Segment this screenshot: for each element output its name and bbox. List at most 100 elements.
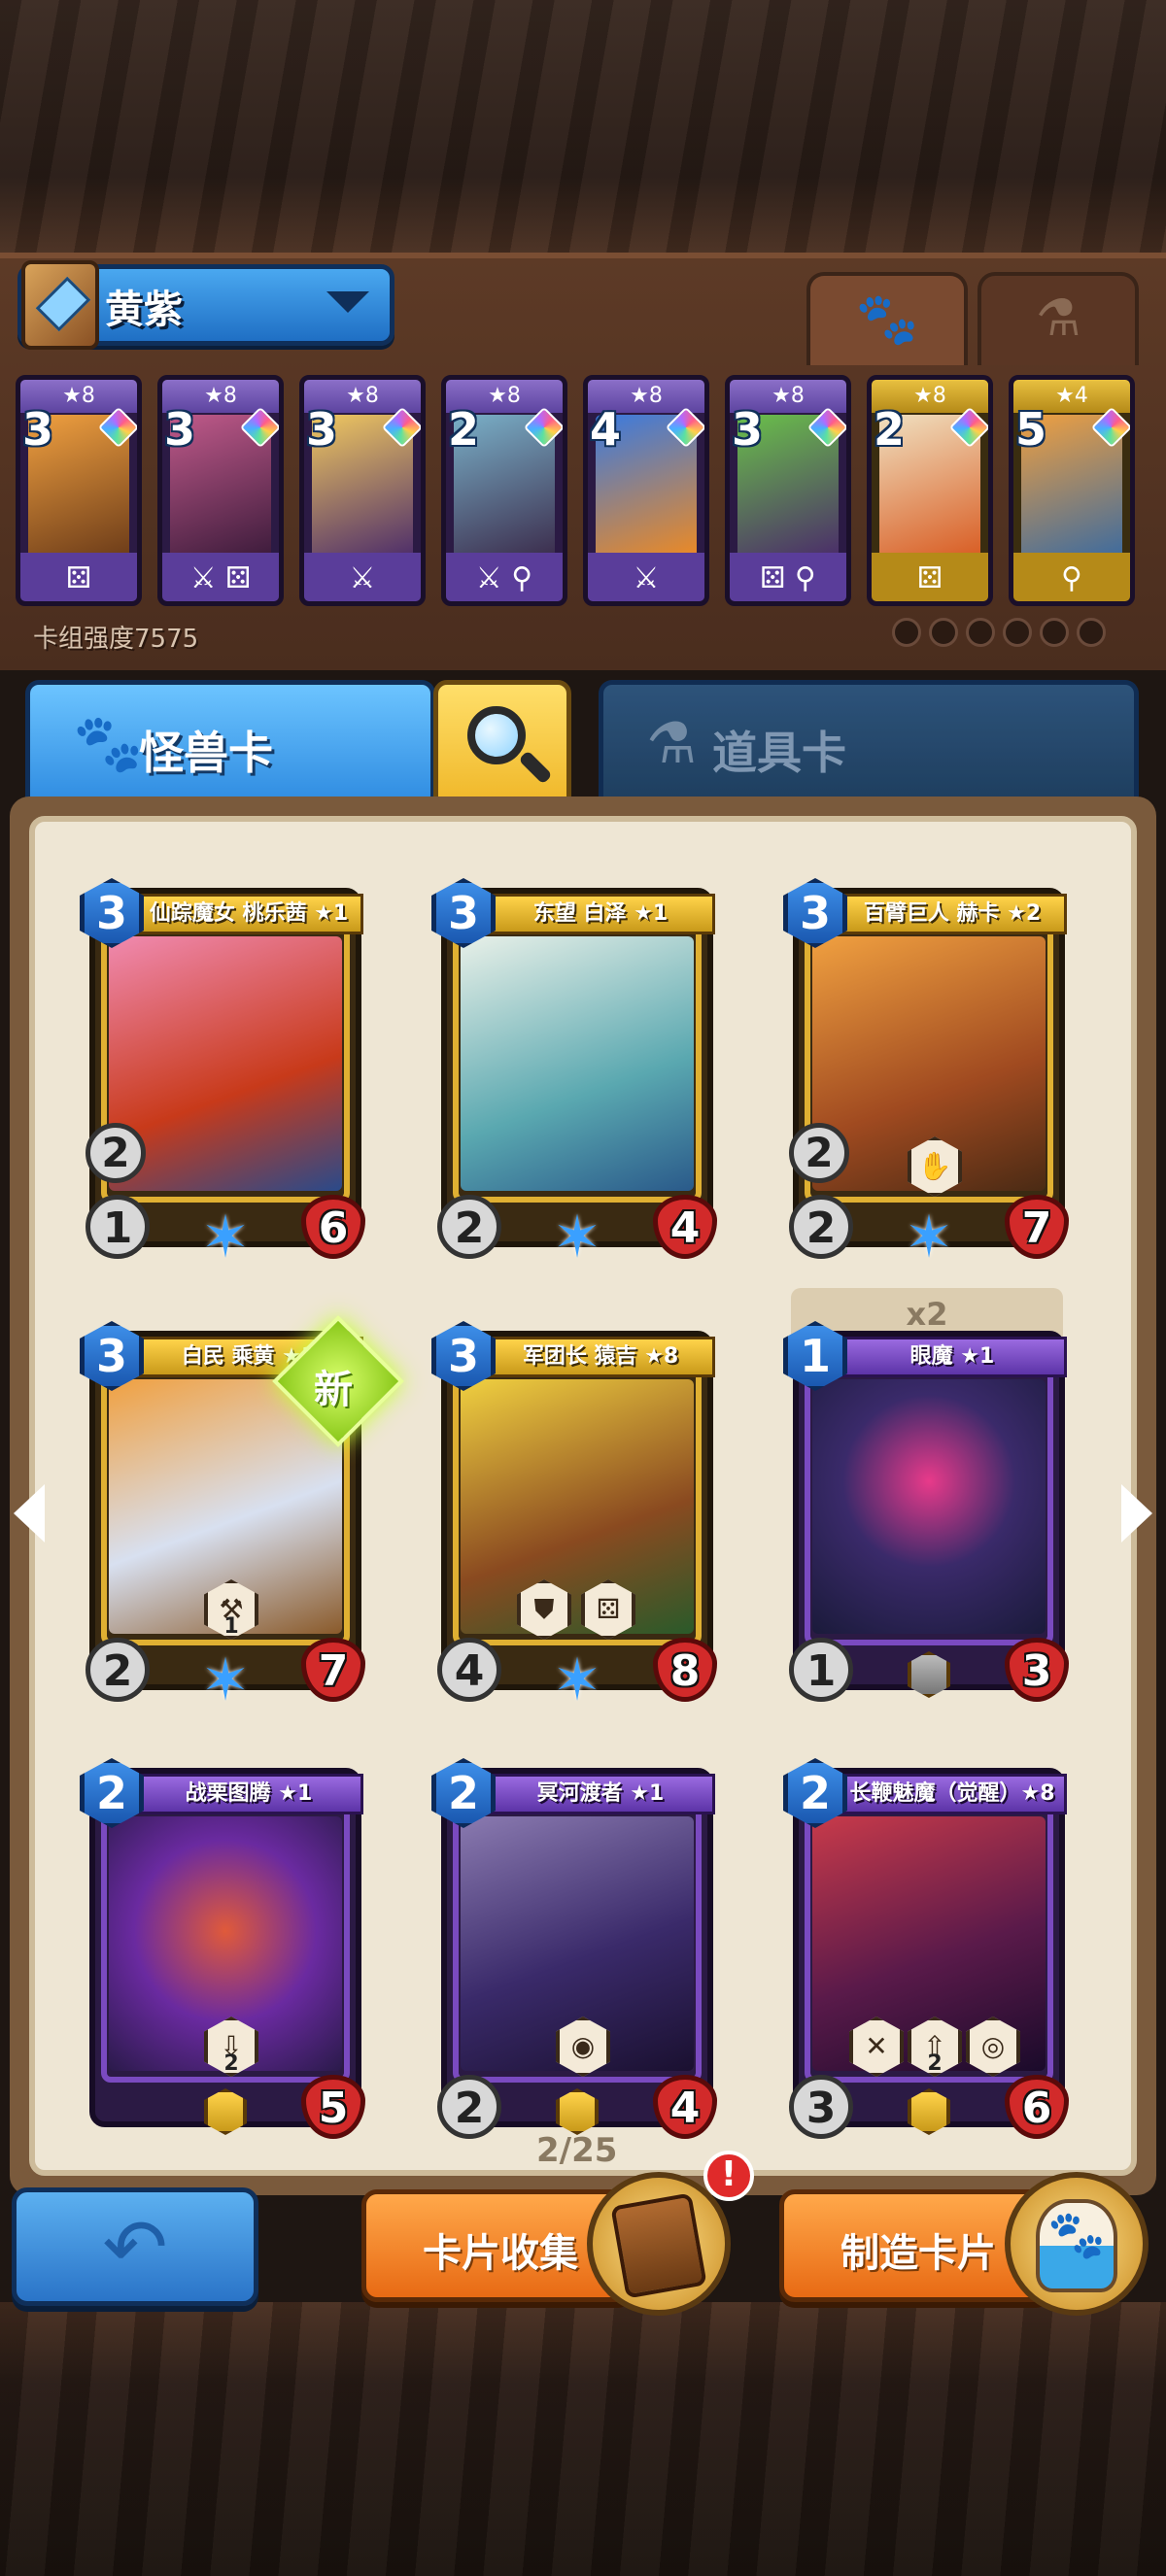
star-icon: ✶ [200,1203,251,1271]
card-name: 百臂巨人 赫卡 ★2 [838,894,1067,934]
claw-icon[interactable] [1003,618,1032,647]
page-prev-arrow[interactable] [14,1484,45,1542]
potion-icon: ⚗ [646,710,697,776]
collection-card[interactable]: 仙踪魔女 桃乐茜 ★1 3 2 1 ✶ 6 [80,878,365,1267]
top-wood-frame [0,0,1166,253]
card-frame [805,1358,1053,1645]
card-book-icon[interactable] [587,2172,731,2316]
tab-item-deck[interactable]: ⚗ [977,272,1139,365]
paw-icon: 🐾 [1047,2208,1106,2262]
card-frame [453,915,702,1203]
circle-icon[interactable] [892,618,921,647]
arrow-icon[interactable] [966,618,995,647]
card-name: 东望 白泽 ★1 [486,894,715,934]
deck-filter-icons [892,618,1145,653]
tab-item-label: 道具卡 [712,727,846,779]
card-attack: 3 [789,2075,853,2139]
card-attack: 2 [789,1195,853,1259]
collection-card[interactable]: 战栗图腾 ★1 2 ⇩ 2 5 [80,1758,365,2139]
card-name: 战栗图腾 ★1 [134,1774,363,1814]
paw-icon: 🐾 [73,710,144,776]
deck-card-cost: 2 [448,403,480,456]
collection-card[interactable]: 眼魔 ★1 1 1 3 [783,1321,1069,1702]
collection-card[interactable]: 长鞭魅魔（觉醒）★8 2 ✕ ⇧ 2 ◎ 3 6 [783,1758,1069,2139]
collection-card[interactable]: 百臂巨人 赫卡 ★2 3 ✋ 2 2 ✶ 7 [783,878,1069,1267]
card-attack: 4 [437,1638,501,1702]
bottom-wood-frame [0,2302,1166,2576]
star-icon: ✶ [904,1203,954,1271]
deck-card[interactable]: ★8 ⚄ 3 [16,375,142,606]
tab-item-cards[interactable]: ⚗ 道具卡 [599,680,1139,806]
fire-icon[interactable] [1077,618,1106,647]
card-armor: 2 [86,1123,146,1183]
card-attack: 2 [437,1195,501,1259]
tab-monster-label: 怪兽卡 [139,727,273,779]
deck-card[interactable]: ★4 ⚲ 5 [1009,375,1135,606]
deck-card-cost: 3 [22,403,54,456]
ability-symbol: ✕ [865,2030,888,2062]
deck-card-row: ★8 ⚄ 3 ★8 ⚔ ⚄ 3 ★8 ⚔ 3 ★8 ⚔ ⚲ 2 ★8 ⚔ 4 ★… [12,375,1154,608]
ability-symbol: ◉ [570,2030,596,2062]
deck-card-tools: ⚄ [916,561,943,595]
deck-card-tools: ⚔ ⚲ [475,561,533,595]
card-armor: 2 [789,1123,849,1183]
card-collection-label: 卡片收集 [423,2231,578,2276]
deck-card-tools: ⚄ [65,561,92,595]
card-attack: 2 [86,1638,150,1702]
shield-icon[interactable] [929,618,958,647]
star-icon: ✶ [552,1203,602,1271]
card-attack: 1 [789,1638,853,1702]
back-arrow-icon: ↶ [102,2202,168,2292]
card-name: 眼魔 ★1 [838,1337,1067,1377]
card-attack: 2 [437,2075,501,2139]
deck-name[interactable]: 黄紫 [105,278,183,334]
back-button[interactable]: ↶ [12,2187,258,2306]
card-name: 长鞭魅魔（觉醒）★8 [838,1774,1067,1814]
card-frame [453,1358,702,1645]
ability-symbol: ◎ [980,2030,1006,2062]
page-next-arrow[interactable] [1121,1484,1152,1542]
star-icon: ✶ [200,1646,251,1714]
deck-card-tools: ⚄ ⚲ [760,561,816,595]
tab-monster-cards[interactable]: 🐾 怪兽卡 [25,680,435,806]
new-badge-label: 新 [314,1367,354,1412]
deck-card-cost: 3 [164,403,196,456]
card-name: 军团长 猿吉 ★8 [486,1337,715,1377]
deck-book-icon [21,260,99,350]
deck-card-cost: 5 [1015,403,1047,456]
card-name: 冥河渡者 ★1 [486,1774,715,1814]
tab-monster-deck[interactable]: 🐾 [806,272,968,365]
page-indicator: 2/25 [536,2131,618,2170]
card-book-icon-inner [610,2192,707,2299]
paw-icon: 🐾 [855,290,919,349]
deck-card[interactable]: ★8 ⚄ ⚲ 3 [725,375,851,606]
deck-card-cost: 3 [732,403,764,456]
craft-card-label: 制造卡片 [840,2231,996,2276]
search-icon [467,706,526,764]
deck-card-tools: ⚔ ⚄ [189,561,252,595]
potion-icon: ⚗ [1035,289,1081,348]
paw-bottle-icon[interactable]: 🐾 [1005,2172,1149,2316]
card-name: 仙踪魔女 桃乐茜 ★1 [134,894,363,934]
deck-card[interactable]: ★8 ⚄ 2 [867,375,993,606]
card-attack: 1 [86,1195,150,1259]
collection-card[interactable]: 冥河渡者 ★1 2 ◉ 2 4 [431,1758,717,2139]
chevron-down-icon[interactable] [326,291,369,313]
deck-card[interactable]: ★8 ⚔ ⚲ 2 [441,375,567,606]
deck-strength: 卡组强度7575 [33,625,199,654]
deck-card-cost: 3 [306,403,338,456]
deck-card-tools: ⚔ [633,561,660,595]
collection-card[interactable]: 军团长 猿吉 ★8 3 ⛊ ⚄ 4 ✶ 8 [431,1321,717,1710]
tornado-icon[interactable] [1040,618,1069,647]
deck-card-cost: 2 [874,403,906,456]
ability-symbol: ⚄ [596,1593,621,1625]
ability-symbol: ⛊ [533,1593,555,1625]
search-icon-handle [518,750,553,785]
deck-card[interactable]: ★8 ⚔ ⚄ 3 [157,375,284,606]
collection-card[interactable]: 东望 白泽 ★1 3 2 ✶ 4 [431,878,717,1267]
ability-symbol: ✋ [917,1150,952,1182]
search-button[interactable] [433,680,571,806]
deck-card[interactable]: ★8 ⚔ 3 [299,375,426,606]
star-icon: ✶ [552,1646,602,1714]
deck-card[interactable]: ★8 ⚔ 4 [583,375,709,606]
